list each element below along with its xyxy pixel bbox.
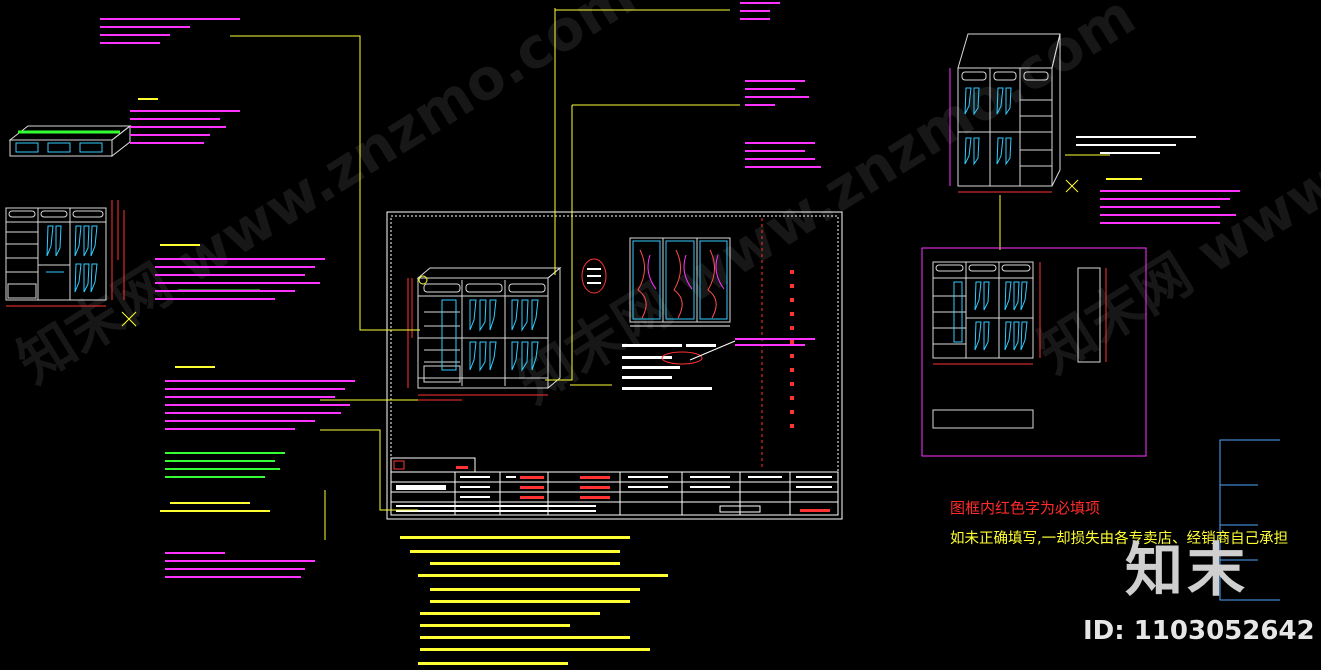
wardrobe-3d-main — [416, 266, 562, 390]
green-annotations — [165, 452, 285, 478]
wardrobe-hanging-clothes — [441, 299, 539, 372]
vertical-red-text — [790, 270, 794, 428]
right-top-dims — [949, 68, 1052, 193]
site-logo: 知末 — [1125, 536, 1250, 604]
cad-drawing-canvas — [5, 2, 1280, 665]
frame-magenta-note — [735, 338, 815, 346]
left-wardrobe-clothes — [46, 225, 98, 293]
side-callout-text — [587, 268, 601, 284]
right-top-clothes — [964, 87, 1012, 166]
drawer-box-3d — [8, 124, 132, 158]
door-spec-lines — [622, 344, 716, 390]
callout-marker — [418, 275, 428, 285]
right-detail-frame — [921, 247, 1147, 457]
door-panel-elevation — [629, 237, 731, 323]
right-wardrobe-dims — [933, 262, 1107, 365]
image-id-label: ID: 1103052642 — [1083, 616, 1315, 646]
yellow-short-annotations — [160, 502, 270, 512]
title-block-text-lines — [396, 476, 832, 513]
right-wardrobe-clothes — [953, 281, 1028, 351]
required-fields-notice: 图框内红色字为必填项 — [950, 499, 1101, 517]
bottom-yellow-notes — [400, 536, 668, 665]
title-block-red-fields — [393, 460, 830, 512]
note-leader — [689, 340, 736, 361]
